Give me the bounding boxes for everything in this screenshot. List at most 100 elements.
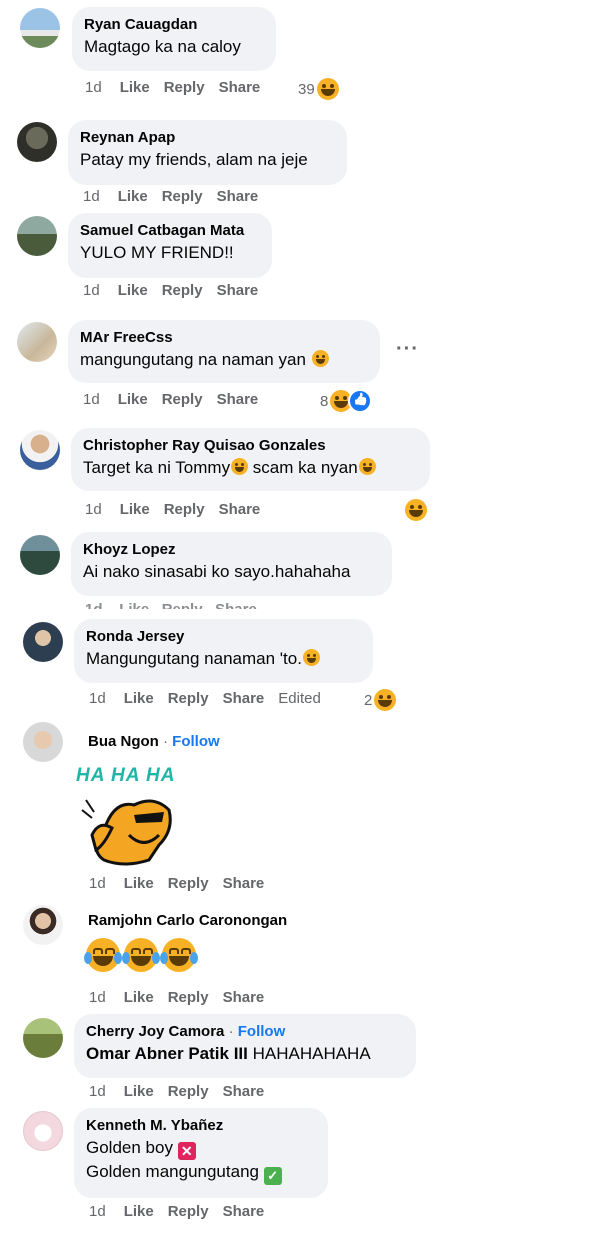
- like-button[interactable]: Like: [124, 988, 154, 1008]
- avatar[interactable]: [17, 216, 57, 256]
- comment-text-content: Mangungutang nanaman 'to.: [86, 649, 302, 668]
- like-button[interactable]: Like: [124, 689, 154, 709]
- comment-actions: 1d Like Reply Share: [83, 187, 272, 207]
- share-button[interactable]: Share: [217, 281, 259, 301]
- like-button[interactable]: Like: [120, 500, 150, 520]
- reaction-summary[interactable]: 8: [320, 388, 373, 414]
- reply-button[interactable]: Reply: [168, 689, 209, 709]
- share-button[interactable]: Share: [223, 874, 265, 894]
- comment-actions: 1d Like Reply Share: [89, 1202, 278, 1222]
- like-button[interactable]: Like: [118, 390, 148, 410]
- comment-text-line: Golden boy ✕: [86, 1136, 316, 1160]
- comment-author[interactable]: Ramjohn Carlo Caronongan: [88, 911, 287, 931]
- comment-text-part: scam ka nyan: [248, 458, 358, 477]
- reaction-summary[interactable]: [403, 497, 429, 523]
- share-button[interactable]: Share: [223, 1202, 265, 1222]
- avatar[interactable]: [23, 1018, 63, 1058]
- follow-button[interactable]: Follow: [238, 1023, 286, 1040]
- sticker[interactable]: HA HA HA: [74, 765, 184, 870]
- like-button[interactable]: Like: [118, 187, 148, 207]
- haha-icon: [403, 497, 429, 523]
- reply-button[interactable]: Reply: [168, 988, 209, 1008]
- emoji-comment: [84, 938, 200, 972]
- share-button[interactable]: Share: [215, 601, 257, 609]
- reaction-summary[interactable]: 39: [298, 76, 341, 102]
- comment-bubble: Reynan Apap Patay my friends, alam na je…: [68, 120, 347, 185]
- avatar[interactable]: [23, 622, 63, 662]
- comment-time[interactable]: 1d: [89, 1202, 106, 1222]
- comment-author[interactable]: Kenneth M. Ybañez: [86, 1116, 316, 1136]
- reply-button[interactable]: Reply: [162, 281, 203, 301]
- share-button[interactable]: Share: [219, 78, 261, 98]
- reaction-count: 8: [320, 392, 329, 410]
- comment-author[interactable]: Christopher Ray Quisao Gonzales: [83, 436, 418, 456]
- comment-actions: 1d Like Reply Share: [89, 874, 278, 894]
- haha-icon: [314, 76, 341, 102]
- tears-of-joy-icon: [84, 938, 122, 972]
- avatar[interactable]: [20, 8, 60, 48]
- avatar[interactable]: [20, 430, 60, 470]
- share-button[interactable]: Share: [223, 689, 265, 709]
- avatar[interactable]: [23, 1111, 63, 1151]
- reply-button[interactable]: Reply: [168, 1082, 209, 1102]
- share-button[interactable]: Share: [219, 500, 261, 520]
- like-button[interactable]: Like: [119, 601, 149, 609]
- comment-author[interactable]: Samuel Catbagan Mata: [80, 221, 260, 241]
- reaction-count: 39: [298, 80, 315, 98]
- mention-link[interactable]: Omar Abner Patik III: [86, 1044, 248, 1063]
- comment-author[interactable]: MAr FreeCss: [80, 328, 368, 348]
- comment-author[interactable]: Khoyz Lopez: [83, 540, 380, 560]
- comment-actions: 1d Like Reply Share Edited: [89, 689, 335, 709]
- comment-time[interactable]: 1d: [89, 689, 106, 709]
- reaction-summary[interactable]: 2: [364, 687, 399, 713]
- avatar[interactable]: [23, 722, 63, 762]
- comment-time[interactable]: 1d: [89, 1082, 106, 1102]
- comment-text-content: HAHAHAHAHA: [247, 1044, 371, 1063]
- haha-icon: [372, 687, 399, 713]
- tears-of-joy-icon: [122, 938, 160, 972]
- reply-button[interactable]: Reply: [168, 874, 209, 894]
- comment-actions: 1d Like Reply Share: [85, 78, 274, 98]
- follow-button[interactable]: Follow: [172, 733, 220, 750]
- comment-text: mangungutang na naman yan: [80, 348, 368, 371]
- comment-actions: 1d Like Reply Share: [89, 1082, 278, 1102]
- comment-author[interactable]: Bua Ngon: [88, 733, 159, 750]
- like-button[interactable]: Like: [120, 78, 150, 98]
- share-button[interactable]: Share: [217, 390, 259, 410]
- more-options-icon[interactable]: ···: [396, 338, 419, 361]
- avatar[interactable]: [20, 535, 60, 575]
- like-button[interactable]: Like: [124, 874, 154, 894]
- comment-text: Omar Abner Patik III HAHAHAHAHA: [86, 1042, 404, 1065]
- like-button[interactable]: Like: [118, 281, 148, 301]
- reply-button[interactable]: Reply: [168, 1202, 209, 1222]
- share-button[interactable]: Share: [223, 988, 265, 1008]
- comment-time[interactable]: 1d: [89, 874, 106, 894]
- reply-button[interactable]: Reply: [162, 187, 203, 207]
- comment-time[interactable]: 1d: [89, 988, 106, 1008]
- reply-button[interactable]: Reply: [162, 390, 203, 410]
- like-button[interactable]: Like: [124, 1082, 154, 1102]
- comment-time[interactable]: 1d: [83, 281, 100, 301]
- avatar[interactable]: [23, 905, 63, 945]
- comment-time[interactable]: 1d: [83, 187, 100, 207]
- comment-time[interactable]: 1d: [85, 78, 102, 98]
- comment-bubble: Ryan Cauagdan Magtago ka na caloy: [72, 7, 276, 71]
- avatar[interactable]: [17, 122, 57, 162]
- comment-time[interactable]: 1d: [85, 500, 102, 520]
- sticker-caption: HA HA HA: [76, 765, 176, 786]
- like-button[interactable]: Like: [124, 1202, 154, 1222]
- share-button[interactable]: Share: [223, 1082, 265, 1102]
- comment-time[interactable]: 1d: [83, 390, 100, 410]
- comment-author[interactable]: Cherry Joy Camora: [86, 1023, 224, 1040]
- reply-button[interactable]: Reply: [162, 601, 203, 609]
- comment-author[interactable]: Ryan Cauagdan: [84, 15, 264, 35]
- comment-bubble: Christopher Ray Quisao Gonzales Target k…: [71, 428, 430, 491]
- comment-author[interactable]: Reynan Apap: [80, 128, 335, 148]
- reply-button[interactable]: Reply: [164, 78, 205, 98]
- avatar[interactable]: [17, 322, 57, 362]
- comment-author[interactable]: Ronda Jersey: [86, 627, 361, 647]
- laughing-emoji-icon: [302, 649, 320, 666]
- reply-button[interactable]: Reply: [164, 500, 205, 520]
- comment-text: Target ka ni Tommy scam ka nyan: [83, 456, 418, 479]
- share-button[interactable]: Share: [217, 187, 259, 207]
